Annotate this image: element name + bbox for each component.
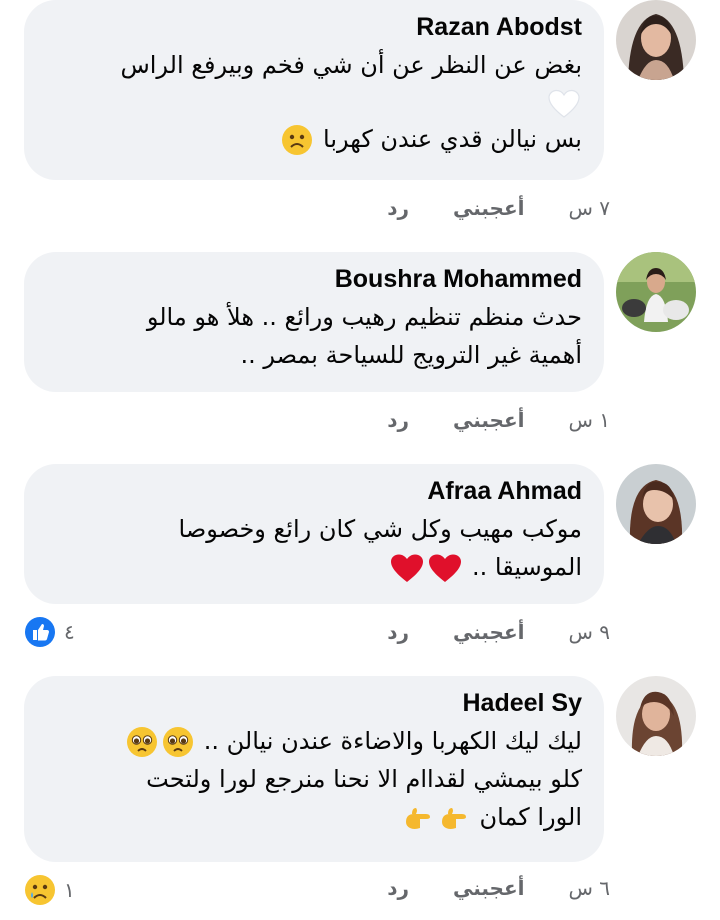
comment-emoji-row: [46, 84, 582, 120]
comment-author[interactable]: Boushra Mohammed: [46, 264, 582, 294]
reply-button[interactable]: رد: [387, 876, 409, 900]
pleading-face-icon: [163, 727, 194, 757]
avatar[interactable]: [616, 464, 696, 544]
backhand-pointing-icon: [405, 808, 430, 829]
comment-text: أهمية غير الترويج للسياحة بمصر ..: [240, 341, 582, 369]
woman-portrait-icon: [616, 0, 696, 80]
like-button[interactable]: أعجبني: [453, 876, 525, 900]
reaction-summary[interactable]: ١: [24, 874, 75, 906]
comment-text: الورا كمان: [479, 803, 582, 831]
comment-text-line: بس نيالن قدي عندن كهربا: [46, 120, 582, 158]
reply-button[interactable]: رد: [387, 620, 409, 644]
comment-text: موكب مهيب وكل شي كان رائع وخصوصا: [178, 515, 582, 543]
comment-bubble: Razan Abodst بغض عن النظر عن أن شي فخم و…: [24, 0, 604, 180]
reaction-summary[interactable]: ٤: [24, 616, 75, 648]
woman-with-animals-icon: [616, 252, 696, 332]
reaction-count: ٤: [64, 620, 75, 644]
comment-bubble: Hadeel Sy ليك ليك الكهربا والاضاءة عندن …: [24, 676, 604, 862]
avatar[interactable]: [616, 0, 696, 80]
comment-time[interactable]: ١ س: [568, 408, 610, 432]
avatar[interactable]: [616, 252, 696, 332]
avatar[interactable]: [616, 676, 696, 756]
comment-author[interactable]: Razan Abodst: [46, 12, 582, 42]
comment-text: ليك ليك الكهربا والاضاءة عندن نيالن ..: [203, 727, 582, 755]
reaction-count: ١: [64, 878, 75, 902]
backhand-pointing-icon: [441, 808, 466, 829]
red-heart-icon: [391, 554, 424, 582]
comment-actions: ٦ س أعجبني رد: [387, 876, 610, 900]
comment-author[interactable]: Hadeel Sy: [46, 688, 582, 718]
comment-actions: ١ س أعجبني رد: [387, 408, 610, 432]
sad-reaction-icon: [25, 875, 55, 905]
comment-text-line: ليك ليك الكهربا والاضاءة عندن نيالن ..: [46, 722, 582, 760]
comment-actions: ٩ س أعجبني رد: [387, 620, 610, 644]
woman-portrait-icon: [616, 676, 696, 756]
comment-text: كلو بيمشي لقداام الا نحنا منرجع لورا ولت…: [146, 765, 582, 793]
comment-time[interactable]: ٩ س: [568, 620, 610, 644]
comment-text: بس نيالن قدي عندن كهربا: [323, 125, 582, 153]
reply-button[interactable]: رد: [387, 196, 409, 220]
like-button[interactable]: أعجبني: [453, 408, 525, 432]
comment-text: بغض عن النظر عن أن شي فخم وبيرفع الراس: [120, 51, 582, 79]
like-button[interactable]: أعجبني: [453, 620, 525, 644]
frowning-face-icon: [282, 125, 313, 155]
white-heart-icon: [548, 89, 580, 118]
comment-text-line: الموسيقا ..: [46, 548, 582, 586]
comment-actions: ٧ س أعجبني رد: [387, 196, 610, 220]
comment-text: الموسيقا ..: [472, 553, 582, 581]
woman-portrait-icon: [616, 464, 696, 544]
comment-time[interactable]: ٦ س: [568, 876, 610, 900]
comment-time[interactable]: ٧ س: [568, 196, 610, 220]
comments-feed: Razan Abodst بغض عن النظر عن أن شي فخم و…: [0, 0, 720, 920]
comment-text-line: الورا كمان: [46, 798, 582, 836]
pleading-face-icon: [127, 727, 158, 757]
like-button[interactable]: أعجبني: [453, 196, 525, 220]
reply-button[interactable]: رد: [387, 408, 409, 432]
red-heart-icon: [429, 554, 462, 582]
comment-bubble: Boushra Mohammed حدث منظم تنظيم رهيب ورا…: [24, 252, 604, 392]
comment-text: حدث منظم تنظيم رهيب ورائع .. هلأ هو مالو: [146, 303, 582, 331]
comment-author[interactable]: Afraa Ahmad: [46, 476, 582, 506]
comment-bubble: Afraa Ahmad موكب مهيب وكل شي كان رائع وخ…: [24, 464, 604, 604]
like-thumb-icon: [25, 617, 55, 647]
